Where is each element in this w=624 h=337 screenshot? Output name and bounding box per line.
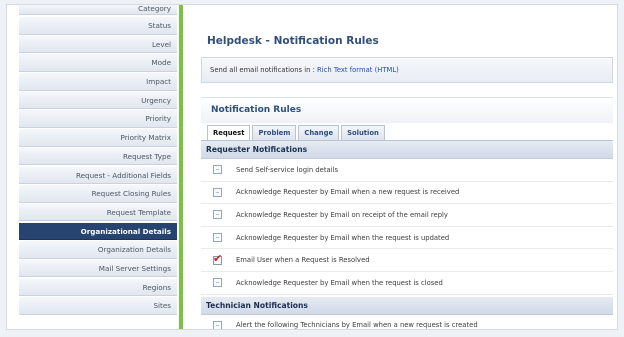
tab-content: Requester Notifications Send Self-servic…	[201, 140, 613, 330]
rule-label: Alert the following Technicians by Email…	[236, 321, 478, 330]
rule-label: Acknowledge Requester by Email when the …	[236, 278, 443, 287]
sidebar-item-mode[interactable]: Mode	[19, 54, 177, 72]
email-format-bar: Send all email notifications in : Rich T…	[201, 57, 613, 83]
rule-label: Email User when a Request is Resolved	[236, 256, 370, 265]
rule-row: Acknowledge Requester by Email when a ne…	[201, 182, 613, 205]
sidebar-item-status[interactable]: Status	[19, 17, 177, 35]
rule-row: Send Self-service login details	[201, 159, 613, 182]
rule-checkbox[interactable]	[213, 165, 222, 175]
rule-checkbox[interactable]	[213, 278, 222, 288]
tab-request[interactable]: Request	[207, 125, 251, 140]
sidebar-item-request-additional-fields[interactable]: Request - Additional Fields	[19, 166, 177, 184]
rule-checkbox[interactable]	[213, 187, 222, 197]
sidebar-item-request-closing-rules[interactable]: Request Closing Rules	[19, 185, 177, 203]
rule-checkbox-checked[interactable]	[213, 252, 222, 265]
rule-checkbox[interactable]	[213, 233, 222, 243]
sidebar-item-level[interactable]: Level	[19, 35, 177, 54]
rule-row: Email User when a Request is Resolved	[201, 249, 613, 272]
tab-solution[interactable]: Solution	[341, 125, 385, 140]
rule-row: Acknowledge Requester by Email when the …	[201, 227, 613, 250]
sidebar-item-priority[interactable]: Priority	[19, 110, 177, 128]
rule-label: Acknowledge Requester by Email when a ne…	[236, 188, 460, 197]
tab-change[interactable]: Change	[298, 125, 340, 140]
sidebar-item-priority-matrix[interactable]: Priority Matrix	[19, 129, 177, 147]
rule-row: Acknowledge Requester by Email on receip…	[201, 204, 613, 227]
sidebar-item-category[interactable]: Category	[19, 5, 177, 15]
app-frame: Category Status Level Mode Impact Urgenc…	[6, 4, 618, 330]
rule-row: Acknowledge Requester by Email when the …	[201, 272, 613, 295]
rule-row: Alert the following Technicians by Email…	[201, 315, 613, 330]
sidebar: Category Status Level Mode Impact Urgenc…	[19, 5, 177, 329]
rule-checkbox[interactable]	[213, 320, 222, 329]
sidebar-item-sites[interactable]: Sites	[19, 297, 177, 315]
sidebar-item-regions[interactable]: Regions	[19, 278, 177, 297]
email-format-link[interactable]: Rich Text format (HTML)	[317, 66, 399, 74]
main-content: Helpdesk - Notification Rules Send all e…	[193, 5, 613, 329]
page-title: Helpdesk - Notification Rules	[207, 35, 379, 47]
sidebar-item-request-template[interactable]: Request Template	[19, 203, 177, 222]
sidebar-item-organizational-details[interactable]: Organizational Details	[19, 222, 177, 241]
rule-label: Acknowledge Requester by Email when the …	[236, 233, 450, 242]
technician-notifications-header: Technician Notifications	[201, 296, 613, 315]
sidebar-item-organization-details[interactable]: Organization Details	[19, 241, 177, 259]
rule-label: Acknowledge Requester by Email on receip…	[236, 210, 448, 219]
sidebar-item-request-type[interactable]: Request Type	[19, 147, 177, 166]
sidebar-item-mail-server-settings[interactable]: Mail Server Settings	[19, 259, 177, 278]
email-format-label: Send all email notifications in :	[210, 66, 318, 74]
requester-notifications-header: Requester Notifications	[201, 141, 613, 159]
rule-checkbox[interactable]	[213, 210, 222, 220]
sidebar-divider	[179, 5, 183, 329]
rule-label: Send Self-service login details	[236, 165, 339, 174]
section-title: Notification Rules	[201, 97, 613, 123]
sidebar-item-impact[interactable]: Impact	[19, 73, 177, 91]
notification-tabs: Request Problem Change Solution	[207, 125, 387, 140]
sidebar-item-urgency[interactable]: Urgency	[19, 91, 177, 110]
tab-problem[interactable]: Problem	[252, 125, 297, 140]
